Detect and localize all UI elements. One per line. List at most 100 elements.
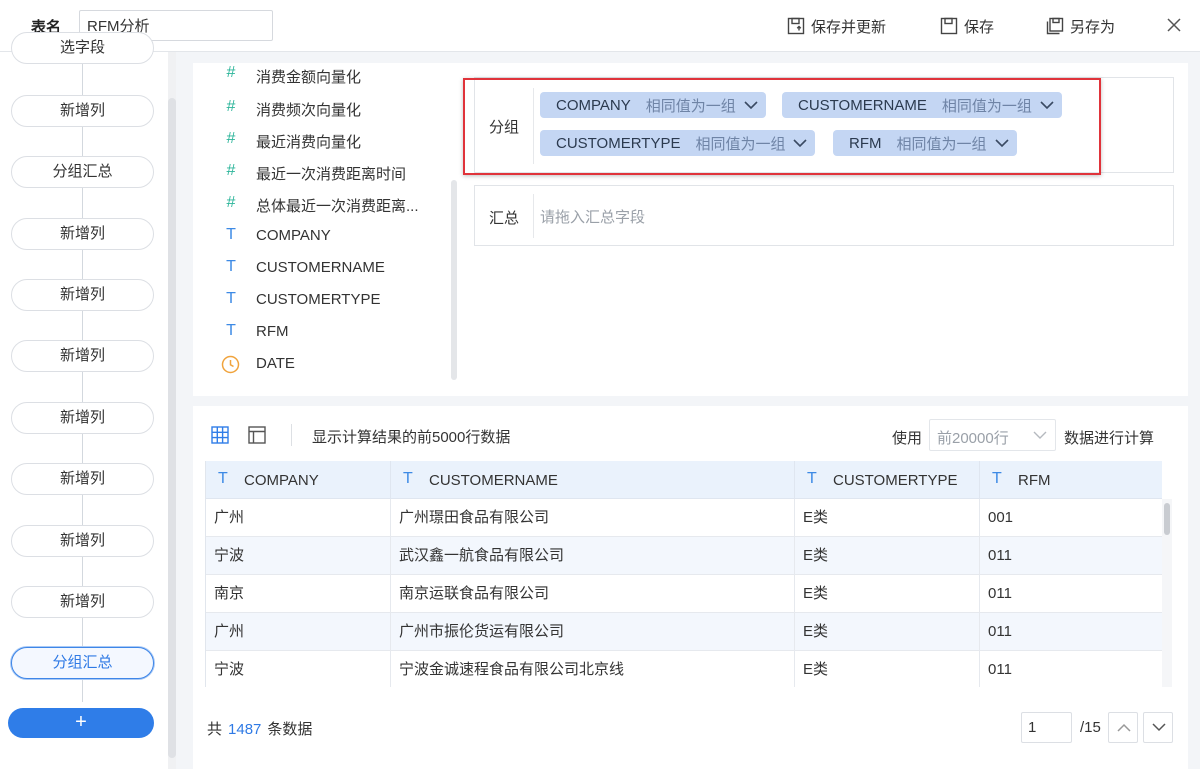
row-limit-value: 前20000行 [937, 430, 1009, 447]
table-cell: 宁波 [206, 537, 391, 575]
clock-icon [221, 355, 240, 374]
summary-zone-label: 汇总 [488, 210, 519, 227]
chevron-down-icon [1033, 431, 1047, 439]
step-item[interactable]: 新增列 [11, 279, 154, 311]
field-item[interactable]: 消费金额向量化 [256, 66, 361, 87]
table-scrollbar[interactable] [1162, 499, 1172, 687]
add-step-button[interactable]: + [8, 708, 154, 738]
page-number-input[interactable] [1021, 712, 1072, 743]
step-item[interactable]: 新增列 [11, 402, 154, 434]
column-header[interactable]: T COMPANY [206, 461, 391, 499]
table-cell: 001 [980, 499, 1162, 537]
save-and-update-button[interactable]: 保存并更新 [787, 15, 886, 37]
total-prefix: 共 [207, 721, 223, 738]
save-as-label: 另存为 [1070, 18, 1116, 36]
chevron-down-icon [1152, 723, 1166, 732]
toolbar-divider [291, 424, 292, 446]
step-item[interactable]: 新增列 [11, 525, 154, 557]
table-cell: 南京运联食品有限公司 [391, 575, 795, 613]
column-header[interactable]: T CUSTOMERNAME [391, 461, 795, 499]
step-item[interactable]: 新增列 [11, 340, 154, 372]
save-icon [940, 17, 958, 35]
step-partial-top[interactable]: 选字段 [11, 32, 154, 64]
save-as-button[interactable]: 另存为 [1046, 15, 1115, 37]
table-cell: 011 [980, 651, 1162, 687]
table-cell: 广州 [206, 613, 391, 651]
use-label: 使用 [892, 430, 923, 447]
number-field-icon: # [226, 130, 236, 147]
prev-page-button[interactable] [1108, 712, 1138, 743]
save-update-icon [787, 17, 805, 35]
next-page-button[interactable] [1143, 712, 1173, 743]
step-item[interactable]: 分组汇总 [11, 156, 154, 188]
row-limit-select[interactable]: 前20000行 [929, 419, 1056, 451]
step-item[interactable]: 新增列 [11, 586, 154, 618]
summary-placeholder: 请拖入汇总字段 [540, 209, 646, 226]
text-type-icon: T [807, 470, 817, 487]
table-cell: E类 [795, 537, 980, 575]
text-field-icon: T [226, 290, 236, 307]
scrollbar-thumb[interactable] [1164, 503, 1170, 535]
field-item[interactable]: 总体最近一次消费距离... [256, 195, 419, 216]
close-icon[interactable] [1166, 17, 1182, 33]
column-header[interactable]: T CUSTOMERTYPE [795, 461, 980, 499]
scrollbar-thumb[interactable] [168, 98, 176, 758]
step-item[interactable]: 新增列 [11, 95, 154, 127]
number-field-icon: # [226, 98, 236, 115]
preview-table: T COMPANY T CUSTOMERNAME T CUSTOMERTYPE … [205, 461, 1162, 687]
field-item[interactable]: RFM [256, 323, 289, 340]
number-field-icon: # [226, 64, 236, 81]
table-cell: 宁波 [206, 651, 391, 687]
preview-info-text: 显示计算结果的前5000行数据 [312, 429, 511, 446]
column-header[interactable]: T RFM [980, 461, 1162, 499]
field-item[interactable]: CUSTOMERTYPE [256, 291, 380, 308]
table-cell: 宁波金诚速程食品有限公司北京线 [391, 651, 795, 687]
top-bar: 表名 保存并更新 保存 另存为 [0, 0, 1200, 52]
field-item[interactable]: COMPANY [256, 227, 331, 244]
table-cell: E类 [795, 575, 980, 613]
text-type-icon: T [403, 470, 413, 487]
save-as-icon [1046, 17, 1064, 35]
table-cell: 011 [980, 613, 1162, 651]
step-item[interactable]: 新增列 [11, 463, 154, 495]
field-list-scrollbar[interactable] [451, 180, 457, 380]
table-cell: 广州市振伦货运有限公司 [391, 613, 795, 651]
total-count: 共 1487 条数据 [207, 718, 312, 739]
text-type-icon: T [218, 470, 228, 487]
save-button[interactable]: 保存 [940, 15, 994, 37]
column-header-label: CUSTOMERTYPE [833, 472, 958, 489]
text-type-icon: T [992, 470, 1002, 487]
save-and-update-label: 保存并更新 [811, 18, 887, 36]
layout-view-icon[interactable] [248, 426, 266, 444]
field-item[interactable]: 最近消费向量化 [256, 131, 361, 152]
calc-label: 数据进行计算 [1064, 430, 1155, 447]
number-field-icon: # [226, 194, 236, 211]
text-field-icon: T [226, 226, 236, 243]
total-count-value: 1487 [228, 721, 262, 738]
table-cell: 011 [980, 575, 1162, 613]
step-panel: 选字段 新增列 分组汇总 新增列 新增列 新增列 新增列 新增列 新增列 新增列… [0, 32, 176, 769]
column-header-label: COMPANY [244, 472, 319, 489]
step-panel-scrollbar[interactable] [168, 52, 176, 769]
page-total: /15 [1080, 719, 1101, 736]
table-cell: 武汉鑫一航食品有限公司 [391, 537, 795, 575]
step-item[interactable]: 新增列 [11, 218, 154, 250]
field-item[interactable]: 最近一次消费距离时间 [256, 163, 406, 184]
table-cell: E类 [795, 613, 980, 651]
text-field-icon: T [226, 322, 236, 339]
highlight-annotation-box [463, 78, 1101, 175]
chevron-up-icon [1117, 723, 1131, 732]
table-cell: 广州璟田食品有限公司 [391, 499, 795, 537]
column-header-label: CUSTOMERNAME [429, 472, 558, 489]
column-header-label: RFM [1018, 472, 1051, 489]
field-item[interactable]: 消费频次向量化 [256, 99, 361, 120]
field-item[interactable]: DATE [256, 355, 295, 372]
field-item[interactable]: CUSTOMERNAME [256, 259, 385, 276]
table-cell: 广州 [206, 499, 391, 537]
table-view-icon[interactable] [211, 426, 229, 444]
step-item-active[interactable]: 分组汇总 [11, 647, 154, 679]
table-cell: E类 [795, 499, 980, 537]
text-field-icon: T [226, 258, 236, 275]
total-suffix: 条数据 [267, 721, 313, 738]
table-cell: E类 [795, 651, 980, 687]
